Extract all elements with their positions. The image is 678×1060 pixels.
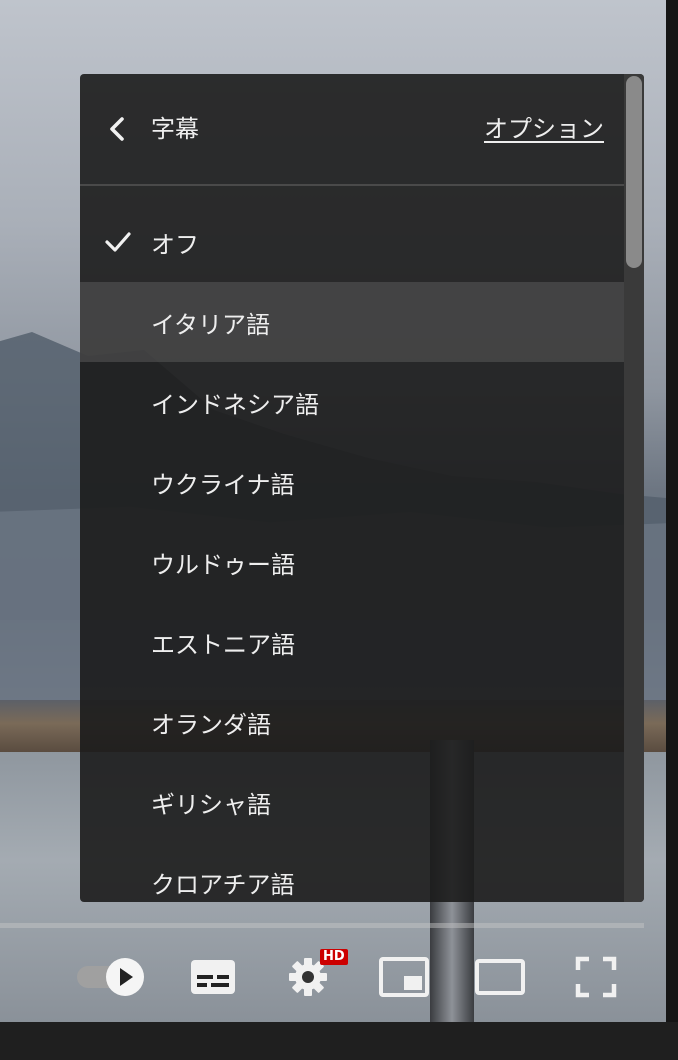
menu-item-label: オフ <box>151 230 199 259</box>
menu-item-croatian[interactable]: クロアチア語 <box>80 842 624 902</box>
miniplayer-icon <box>379 957 429 997</box>
menu-item-urdu[interactable]: ウルドゥー語 <box>80 522 624 602</box>
menu-item-greek[interactable]: ギリシャ語 <box>80 762 624 842</box>
fullscreen-icon <box>575 956 617 998</box>
options-link[interactable]: オプション <box>484 112 604 146</box>
menu-item-estonian[interactable]: エストニア語 <box>80 602 624 682</box>
autoplay-toggle-button[interactable] <box>74 952 148 1002</box>
progress-bar[interactable] <box>0 923 644 928</box>
subtitles-button[interactable] <box>186 954 240 1000</box>
back-button[interactable] <box>102 114 132 144</box>
hd-badge: HD <box>320 949 348 965</box>
menu-item-indonesian[interactable]: インドネシア語 <box>80 362 624 442</box>
chevron-left-icon <box>110 117 124 141</box>
fullscreen-button[interactable] <box>572 952 620 1002</box>
menu-item-label: インドネシア語 <box>151 390 319 419</box>
menu-item-label: クロアチア語 <box>151 870 295 899</box>
menu-item-label: イタリア語 <box>151 310 271 339</box>
menu-item-off[interactable]: オフ <box>80 202 624 282</box>
page-edge <box>666 0 678 1022</box>
menu-item-dutch[interactable]: オランダ語 <box>80 682 624 762</box>
bottom-edge <box>0 1022 678 1060</box>
theater-mode-button[interactable] <box>472 952 528 1002</box>
panel-header: 字幕 オプション <box>80 74 624 186</box>
menu-item-ukrainian[interactable]: ウクライナ語 <box>80 442 624 522</box>
subtitles-menu-panel: 字幕 オプション オフ イタリア語 インドネシア語 ウクライナ語 ウルドゥー語 … <box>80 74 644 902</box>
menu-item-italian[interactable]: イタリア語 <box>80 282 624 362</box>
miniplayer-button[interactable] <box>376 952 432 1002</box>
subtitles-icon <box>191 960 235 994</box>
menu-item-label: ウルドゥー語 <box>151 550 295 579</box>
panel-title: 字幕 <box>151 115 199 143</box>
theater-mode-icon <box>475 959 525 995</box>
checkmark-icon <box>105 232 131 252</box>
scrollbar-thumb[interactable] <box>626 76 642 268</box>
menu-item-label: ギリシャ語 <box>151 790 271 819</box>
menu-item-label: オランダ語 <box>151 710 271 739</box>
menu-item-label: ウクライナ語 <box>151 470 295 499</box>
autoplay-toggle-icon <box>77 958 144 996</box>
subtitle-language-list: オフ イタリア語 インドネシア語 ウクライナ語 ウルドゥー語 エストニア語 オラ… <box>80 202 624 902</box>
menu-item-label: エストニア語 <box>151 630 295 659</box>
